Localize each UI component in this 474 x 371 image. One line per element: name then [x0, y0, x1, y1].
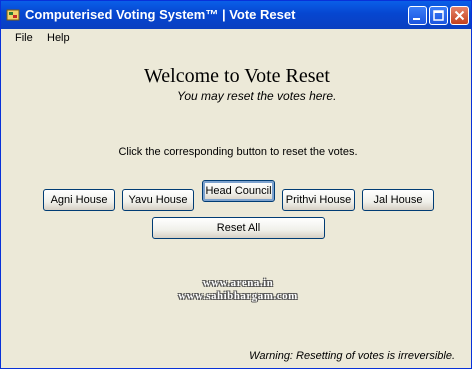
jal-house-button[interactable]: Jal House: [362, 189, 434, 211]
minimize-button[interactable]: [408, 6, 427, 25]
reset-all-button[interactable]: Reset All: [152, 217, 325, 239]
prithvi-house-button[interactable]: Prithvi House: [282, 189, 355, 211]
page-subtitle: You may reset the votes here.: [177, 89, 337, 103]
agni-house-button[interactable]: Agni House: [43, 189, 115, 211]
head-council-button[interactable]: Head Council: [202, 180, 275, 202]
minimize-icon: [413, 18, 420, 20]
watermark-line-1: www.arena.in: [202, 277, 274, 289]
maximize-button[interactable]: [429, 6, 448, 25]
watermark-line-2: www.sahibhargam.com: [178, 290, 298, 302]
warning-text: Warning: Resetting of votes is irreversi…: [249, 350, 455, 362]
menu-help[interactable]: Help: [47, 32, 70, 44]
app-window: Computerised Voting System™ | Vote Reset…: [0, 0, 472, 369]
maximize-icon: [433, 10, 444, 21]
window-title: Computerised Voting System™ | Vote Reset: [25, 7, 296, 22]
instructions-text: Click the corresponding button to reset …: [118, 146, 358, 158]
page-title: Welcome to Vote Reset: [144, 65, 330, 87]
app-icon: [6, 9, 20, 21]
title-bar[interactable]: Computerised Voting System™ | Vote Reset: [1, 1, 471, 29]
menu-file[interactable]: File: [15, 32, 33, 44]
close-icon: [454, 10, 465, 21]
menu-bar: File Help: [1, 29, 471, 48]
yavu-house-button[interactable]: Yavu House: [122, 189, 194, 211]
close-button[interactable]: [450, 6, 469, 25]
